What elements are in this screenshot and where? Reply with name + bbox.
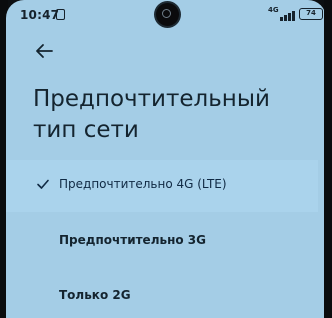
check-icon (37, 179, 49, 189)
option-2g-only[interactable]: Только 2G (6, 271, 318, 318)
front-camera-cutout (156, 3, 179, 26)
status-time: 10:47 (20, 8, 60, 22)
option-label: Только 2G (59, 288, 131, 302)
signal-icon (274, 9, 298, 21)
arrow-left-icon (36, 44, 53, 58)
battery-icon: 74 (299, 8, 323, 20)
device-bezel-right (324, 0, 332, 318)
battery-level: 74 (306, 9, 316, 17)
page-title: Предпочтительный тип сети (33, 86, 270, 143)
phone-screen: 10:47 4G 74 Предпочтительный тип сети Пр… (6, 0, 326, 318)
notification-icon (56, 9, 65, 20)
status-bar: 10:47 4G 74 (6, 0, 326, 30)
option-4g-lte[interactable]: Предпочтительно 4G (LTE) (6, 160, 318, 212)
option-label: Предпочтительно 4G (LTE) (59, 177, 227, 191)
option-3g[interactable]: Предпочтительно 3G (6, 216, 318, 268)
back-button[interactable] (34, 43, 54, 59)
option-label: Предпочтительно 3G (59, 233, 206, 247)
